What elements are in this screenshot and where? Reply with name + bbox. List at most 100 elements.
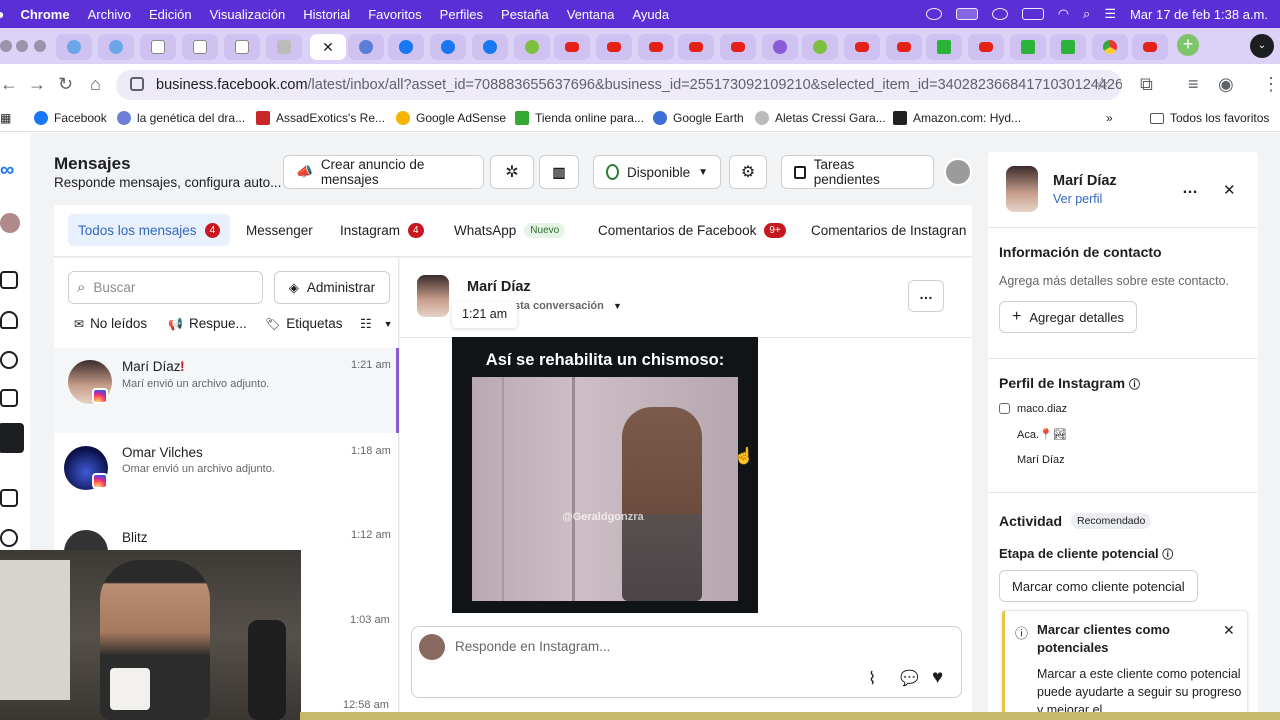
browser-tab[interactable] bbox=[678, 34, 714, 60]
browser-tab[interactable] bbox=[348, 34, 384, 60]
conversation-item[interactable]: Marí Díaz ! Marí envió un archivo adjunt… bbox=[54, 348, 399, 433]
window-minimize-button[interactable] bbox=[16, 40, 28, 52]
availability-dropdown[interactable]: Disponible ▼ bbox=[593, 155, 721, 189]
profile-avatar-icon[interactable] bbox=[0, 213, 20, 233]
window-zoom-button[interactable] bbox=[34, 40, 46, 52]
new-tab-button[interactable]: + bbox=[1177, 34, 1199, 56]
cast-icon[interactable] bbox=[925, 8, 942, 20]
bookmark-genetica[interactable]: la genética del dra... bbox=[117, 111, 245, 125]
compass-icon[interactable] bbox=[0, 351, 18, 369]
message-composer[interactable]: Responde en Instagram... ⌇ 💬 ♥ bbox=[411, 626, 962, 698]
menu-ayuda[interactable]: Ayuda bbox=[632, 7, 669, 22]
bookmark-amazon[interactable]: Amazon.com: Hyd... bbox=[893, 111, 1021, 125]
attach-paperclip-icon[interactable]: ⌇ bbox=[868, 669, 876, 689]
tab-messenger[interactable]: Messenger bbox=[236, 214, 323, 246]
contact-more-options-icon[interactable]: … bbox=[1182, 180, 1198, 198]
browser-tab[interactable] bbox=[430, 34, 466, 60]
menu-app-name[interactable]: Chrome bbox=[20, 7, 69, 22]
bookmark-tienda[interactable]: Tienda online para... bbox=[515, 111, 644, 125]
composer-input[interactable]: Responde en Instagram... bbox=[455, 639, 610, 654]
close-panel-icon[interactable]: ✕ bbox=[1223, 181, 1236, 199]
forward-arrow-icon[interactable]: → bbox=[28, 74, 46, 95]
apps-icon[interactable]: ▦ bbox=[0, 111, 11, 125]
browser-tab[interactable] bbox=[968, 34, 1004, 60]
table-icon[interactable] bbox=[0, 489, 18, 507]
menu-edicion[interactable]: Edición bbox=[149, 7, 192, 22]
create-message-ad-button[interactable]: 📣 Crear anuncio de mensajes bbox=[283, 155, 484, 189]
browser-tab[interactable] bbox=[844, 34, 880, 60]
close-tip-icon[interactable]: ✕ bbox=[1223, 622, 1235, 639]
tab-facebook-comments[interactable]: Comentarios de Facebook 9+ bbox=[588, 214, 796, 246]
battery-icon[interactable] bbox=[1021, 8, 1044, 20]
profile-avatar-icon[interactable]: ◉ bbox=[1218, 74, 1234, 95]
integrations-button[interactable]: ✲ bbox=[490, 155, 534, 189]
bookmark-aletas[interactable]: Aletas Cressi Gara... bbox=[755, 111, 886, 125]
site-info-icon[interactable] bbox=[130, 77, 144, 91]
bookmark-google-earth[interactable]: Google Earth bbox=[653, 111, 744, 125]
chrome-menu-icon[interactable]: ⋮ bbox=[1262, 74, 1280, 95]
browser-tab[interactable] bbox=[514, 34, 550, 60]
inbox-icon[interactable] bbox=[0, 423, 24, 453]
control-center-icon[interactable]: ☰ bbox=[1104, 6, 1116, 22]
business-avatar[interactable] bbox=[944, 158, 972, 186]
pending-tasks-button[interactable]: Tareas pendientes bbox=[781, 155, 934, 189]
settings-button[interactable]: ⚙ bbox=[729, 155, 767, 189]
menu-favoritos[interactable]: Favoritos bbox=[368, 7, 421, 22]
info-icon[interactable]: ⓘ bbox=[1129, 379, 1140, 391]
ads-icon[interactable] bbox=[0, 529, 18, 547]
chat-contact-avatar[interactable] bbox=[417, 275, 449, 317]
browser-tab[interactable] bbox=[762, 34, 798, 60]
chat-contact-name[interactable]: Marí Díaz bbox=[467, 279, 531, 295]
menu-clock[interactable]: Mar 17 de feb 1:38 a.m. bbox=[1130, 7, 1268, 22]
video-attachment[interactable]: Así se rehabilita un chismoso: @Geraldgo… bbox=[452, 337, 758, 613]
filter-labels[interactable]: 🏷 Etiquetas bbox=[265, 316, 343, 331]
all-bookmarks-folder[interactable]: Todos los favoritos bbox=[1150, 111, 1269, 125]
play-icon[interactable] bbox=[991, 8, 1008, 20]
screen-mirror-icon[interactable] bbox=[955, 8, 978, 20]
like-heart-icon[interactable]: ♥ bbox=[932, 667, 943, 689]
bookmark-facebook[interactable]: Facebook bbox=[34, 111, 107, 125]
menu-visualizacion[interactable]: Visualización bbox=[210, 7, 286, 22]
notifications-icon[interactable] bbox=[0, 311, 18, 329]
reload-icon[interactable]: ↻ bbox=[58, 74, 73, 95]
browser-tab[interactable] bbox=[224, 34, 260, 60]
home-icon[interactable] bbox=[0, 271, 18, 289]
browser-tab[interactable] bbox=[554, 34, 590, 60]
menu-perfiles[interactable]: Perfiles bbox=[440, 7, 483, 22]
menu-pestana[interactable]: Pestaña bbox=[501, 7, 549, 22]
bookmark-star-icon[interactable]: ☆ bbox=[1094, 74, 1110, 95]
browser-tab[interactable] bbox=[266, 34, 302, 60]
window-close-button[interactable] bbox=[0, 40, 12, 52]
browser-tab[interactable] bbox=[1050, 34, 1086, 60]
extensions-icon[interactable]: ⧉ bbox=[1140, 74, 1153, 95]
browser-tab[interactable] bbox=[720, 34, 756, 60]
active-browser-tab[interactable]: ✕ bbox=[310, 34, 346, 60]
menu-historial[interactable]: Historial bbox=[303, 7, 350, 22]
conversation-assignment[interactable]: sta conversación ▼ bbox=[514, 300, 622, 312]
tab-whatsapp[interactable]: WhatsApp Nuevo bbox=[444, 214, 575, 246]
add-details-button[interactable]: + Agregar detalles bbox=[999, 301, 1138, 333]
more-bookmarks-icon[interactable]: » bbox=[1106, 111, 1113, 125]
tab-instagram[interactable]: Instagram 4 bbox=[330, 214, 434, 246]
tab-search-button[interactable]: ⌄ bbox=[1250, 34, 1274, 58]
menu-archivo[interactable]: Archivo bbox=[88, 7, 131, 22]
filter-options[interactable]: ☷ ▼ bbox=[360, 316, 393, 332]
pages-icon[interactable] bbox=[0, 389, 18, 407]
browser-tab[interactable] bbox=[802, 34, 838, 60]
filter-replies[interactable]: 📢 Respue... bbox=[168, 316, 247, 331]
manage-button[interactable]: ◈ Administrar bbox=[274, 271, 390, 304]
insights-button[interactable]: ▥ bbox=[539, 155, 579, 189]
browser-tab[interactable] bbox=[638, 34, 674, 60]
search-input[interactable]: ⌕ Buscar bbox=[68, 271, 263, 304]
media-controls-icon[interactable]: ≡ bbox=[1188, 74, 1199, 95]
info-icon[interactable]: ⓘ bbox=[1162, 549, 1173, 561]
browser-tab[interactable] bbox=[98, 34, 134, 60]
browser-tab[interactable] bbox=[472, 34, 508, 60]
browser-tab[interactable] bbox=[56, 34, 92, 60]
browser-tab[interactable] bbox=[926, 34, 962, 60]
home-icon[interactable]: ⌂ bbox=[90, 74, 101, 95]
browser-tab[interactable] bbox=[886, 34, 922, 60]
contact-avatar[interactable] bbox=[1006, 166, 1038, 212]
filter-unread[interactable]: ✉ No leídos bbox=[74, 316, 147, 331]
view-profile-link[interactable]: Ver perfil bbox=[1053, 192, 1102, 206]
